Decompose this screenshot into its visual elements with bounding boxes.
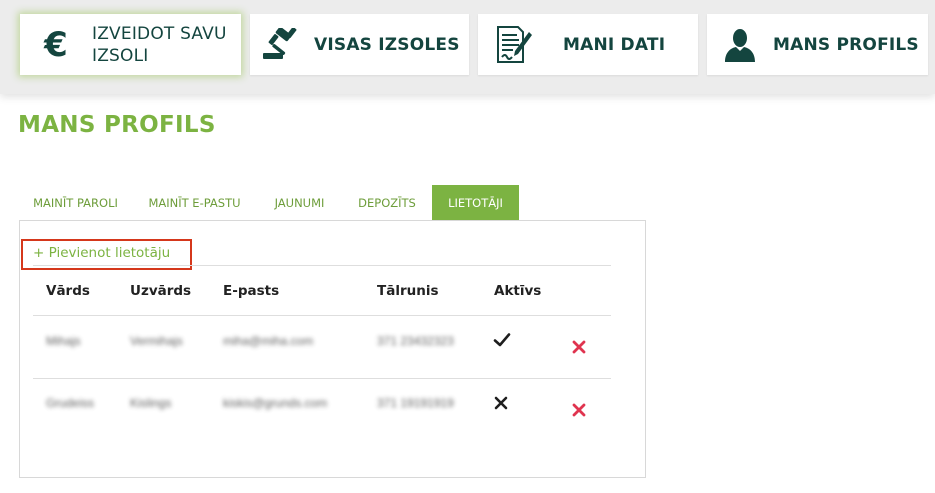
euro-icon: €: [44, 24, 68, 65]
users-panel: + Pievienot lietotāju Vārds Uzvārds E-pa…: [19, 220, 646, 478]
user-phone: 371 23432323: [377, 334, 454, 348]
divider: [33, 265, 611, 266]
divider: [33, 378, 611, 379]
delete-user-icon[interactable]: [572, 403, 586, 417]
gavel-icon: [250, 14, 314, 75]
delete-user-icon[interactable]: [572, 340, 586, 354]
user-first-name: Mihajs: [46, 334, 81, 348]
document-icon: [478, 14, 548, 75]
tab-users[interactable]: LIETOTĀJI: [432, 185, 519, 221]
my-profile-label: MANS PROFILS: [773, 34, 919, 55]
user-last-name: Vermihajs: [130, 334, 183, 348]
user-last-name: Kislings: [130, 396, 172, 410]
divider: [33, 315, 611, 316]
user-phone: 371 19191919: [377, 396, 454, 410]
column-header-last-name: Uzvārds: [130, 283, 192, 299]
user-email: miha@miha.com: [223, 334, 314, 348]
all-auctions-button[interactable]: VISAS IZSOLES: [250, 14, 469, 75]
column-header-active: Aktīvs: [494, 283, 542, 299]
column-header-phone: Tālrunis: [377, 283, 439, 299]
tab-change-password[interactable]: MAINĪT PAROLI: [19, 185, 132, 221]
my-data-button[interactable]: MANI DATI: [478, 14, 698, 75]
page-title: MANS PROFILS: [18, 112, 216, 138]
active-check-icon: [493, 333, 511, 347]
top-navigation: € IZVEIDOT SAVU IZSOLI VISAS IZSOLES MAN…: [0, 0, 935, 94]
user-email: kiskis@grunds.com: [223, 396, 328, 410]
inactive-cross-icon: [494, 396, 508, 410]
my-data-label: MANI DATI: [563, 34, 666, 55]
user-first-name: Grudeiss: [46, 396, 95, 410]
create-auction-label: IZVEIDOT SAVU IZSOLI: [92, 23, 227, 66]
tab-change-email[interactable]: MAINĪT E-PASTU: [132, 185, 257, 221]
user-icon: [707, 14, 773, 75]
my-profile-button[interactable]: MANS PROFILS: [707, 14, 928, 75]
create-auction-button[interactable]: € IZVEIDOT SAVU IZSOLI: [20, 14, 241, 75]
column-header-email: E-pasts: [223, 283, 280, 299]
tab-news[interactable]: JAUNUMI: [257, 185, 342, 221]
add-user-link[interactable]: + Pievienot lietotāju: [33, 245, 170, 261]
all-auctions-label: VISAS IZSOLES: [314, 34, 460, 55]
column-header-first-name: Vārds: [46, 283, 90, 299]
tab-deposit[interactable]: DEPOZĪTS: [342, 185, 432, 221]
